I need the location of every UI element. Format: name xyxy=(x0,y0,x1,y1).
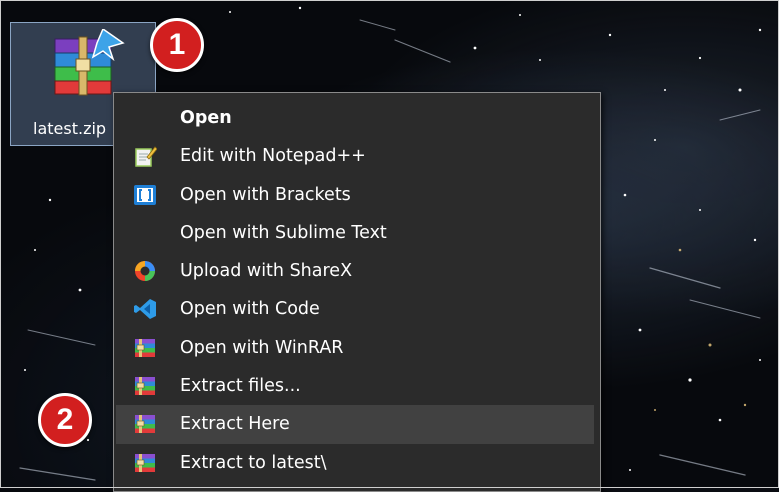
menu-item-label: Open with Brackets xyxy=(180,184,351,205)
sharex-icon xyxy=(135,261,155,282)
winrar-icon xyxy=(135,415,155,434)
menu-item-label: Upload with ShareX xyxy=(180,261,353,282)
menu-item-edit-notepadpp[interactable]: Edit with Notepad++ xyxy=(114,137,600,175)
notepad-plus-plus-icon xyxy=(135,146,157,168)
menu-item-label: Open xyxy=(180,108,232,128)
menu-item-label: Open with Sublime Text xyxy=(180,222,387,243)
winrar-archive-icon xyxy=(54,29,125,96)
menu-item-open-brackets[interactable]: Open with Brackets xyxy=(114,176,600,214)
menu-item-label: Extract Here xyxy=(180,414,290,435)
menu-item-extract-files[interactable]: Extract files... xyxy=(114,367,600,405)
brackets-icon xyxy=(134,184,156,205)
winrar-icon xyxy=(135,338,155,357)
step-badge-1: 1 xyxy=(150,18,204,72)
menu-item-open[interactable]: Open xyxy=(114,99,600,137)
menu-item-extract-here[interactable]: Extract Here xyxy=(116,405,594,444)
winrar-icon xyxy=(135,377,155,396)
menu-item-label: Edit with Notepad++ xyxy=(180,146,366,167)
menu-item-label: Open with Code xyxy=(180,299,320,320)
menu-item-label: Open with WinRAR xyxy=(180,337,344,358)
context-menu: Open Edit with Notepad++ Open with Brack… xyxy=(113,92,601,492)
step-badge-2: 2 xyxy=(38,393,92,447)
menu-item-upload-sharex[interactable]: Upload with ShareX xyxy=(114,252,600,290)
menu-item-label: Extract files... xyxy=(180,376,301,397)
menu-item-extract-to-latest[interactable]: Extract to latest\ xyxy=(114,444,600,482)
menu-item-open-code[interactable]: Open with Code xyxy=(114,290,600,328)
vscode-icon xyxy=(134,299,156,320)
menu-item-open-winrar[interactable]: Open with WinRAR xyxy=(114,329,600,367)
menu-item-label: Extract to latest\ xyxy=(180,452,327,473)
menu-item-open-sublime[interactable]: Open with Sublime Text xyxy=(114,214,600,252)
winrar-icon xyxy=(135,453,155,472)
